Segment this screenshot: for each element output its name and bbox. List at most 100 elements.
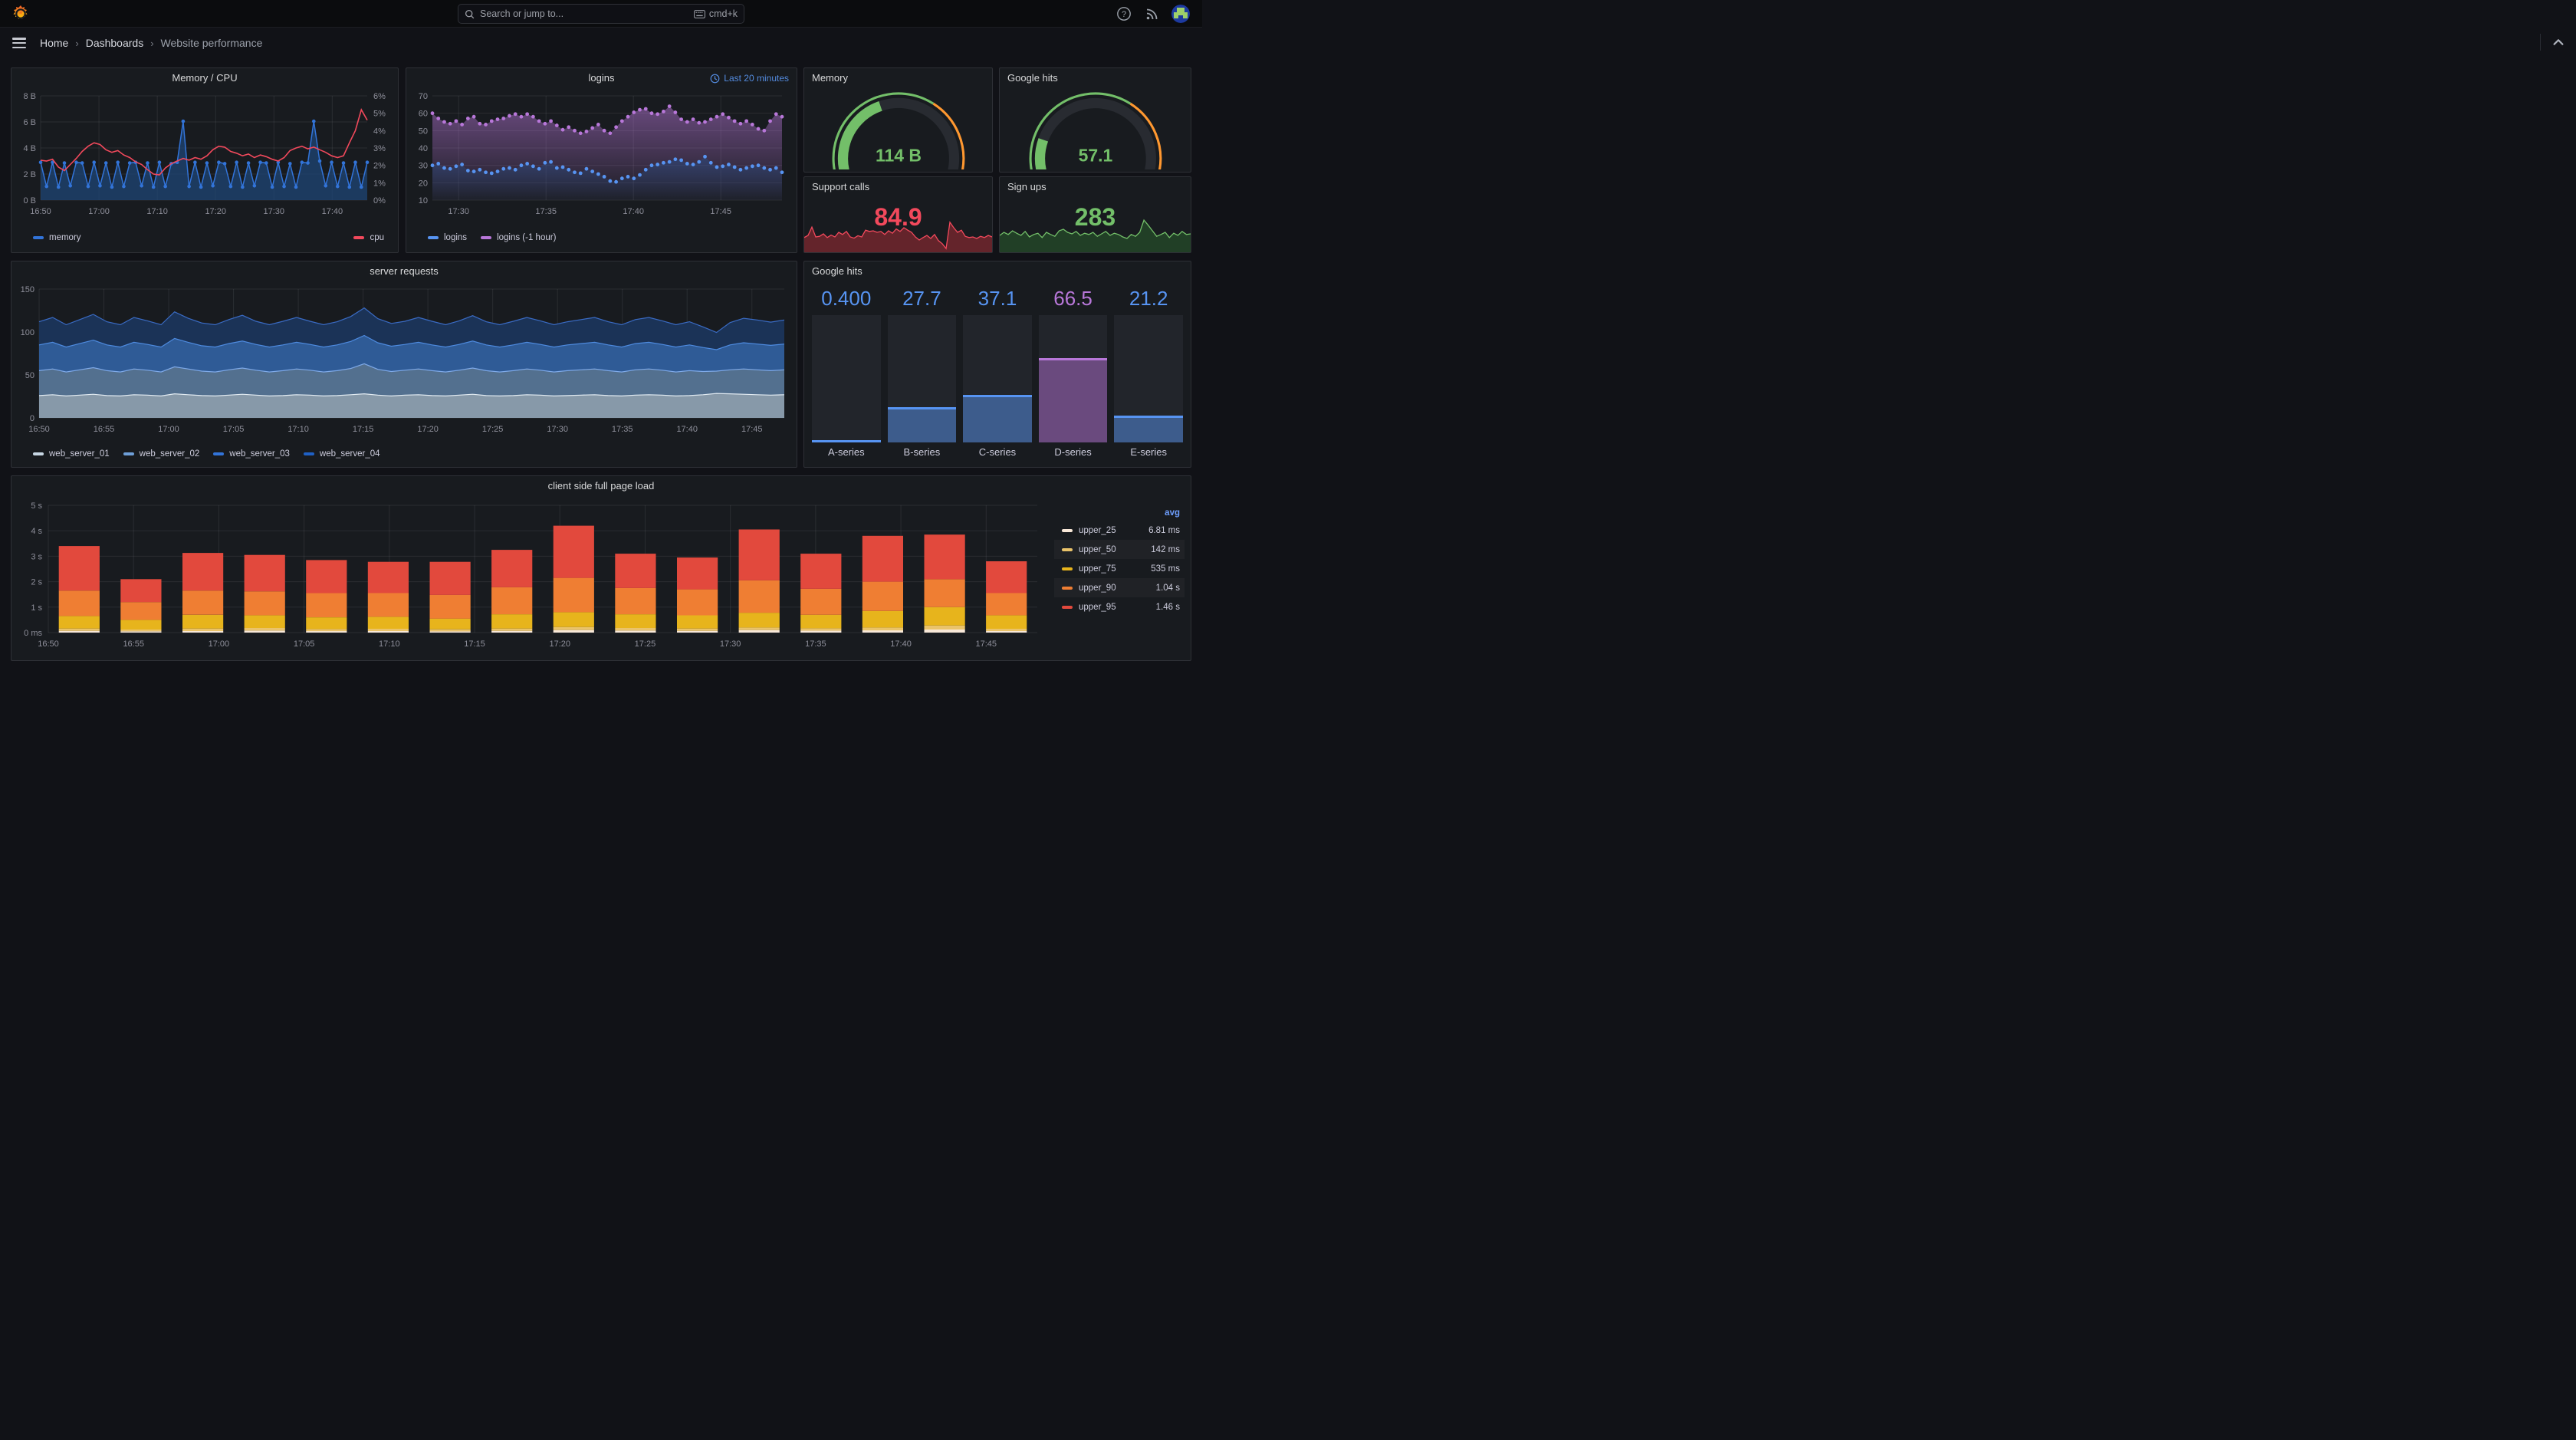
- svg-text:70: 70: [419, 92, 428, 101]
- panel-title: Google hits: [812, 265, 863, 277]
- legend-item-cpu[interactable]: cpu: [353, 233, 384, 242]
- svg-text:4 B: 4 B: [23, 144, 36, 153]
- bargauge-fill: [887, 407, 957, 442]
- bargauge-value: 27.7: [902, 287, 941, 310]
- svg-text:50: 50: [419, 127, 428, 136]
- svg-text:0 ms: 0 ms: [24, 629, 42, 638]
- svg-text:17:45: 17:45: [741, 425, 763, 434]
- panel-support-calls: Support calls 84.9: [803, 176, 993, 253]
- bargauge-label: E-series: [1130, 446, 1168, 458]
- legend-row-upper-95[interactable]: upper_95 1.46 s: [1054, 597, 1184, 616]
- search-icon: [465, 9, 475, 18]
- legend-swatch: [1062, 567, 1073, 570]
- svg-text:17:20: 17:20: [417, 425, 439, 434]
- legend-item-logins[interactable]: logins: [428, 233, 467, 242]
- svg-text:17:25: 17:25: [635, 639, 656, 649]
- grafana-logo[interactable]: [12, 5, 30, 23]
- search-placeholder: Search or jump to...: [480, 8, 564, 19]
- legend-row-upper-90[interactable]: upper_90 1.04 s: [1054, 578, 1184, 597]
- bargauge-column-e-series[interactable]: 21.2 E-series: [1114, 284, 1183, 461]
- bargauge-label: B-series: [903, 446, 941, 458]
- svg-text:17:15: 17:15: [464, 639, 485, 649]
- chevron-up-icon[interactable]: [2551, 35, 2565, 49]
- chevron-right-icon: ›: [150, 37, 154, 49]
- legend-item-web-server-03[interactable]: web_server_03: [213, 449, 290, 459]
- svg-text:57.1: 57.1: [1078, 145, 1112, 165]
- breadcrumb-bar: Home › Dashboards › Website performance: [0, 28, 1202, 58]
- memory-gauge[interactable]: 114 B: [823, 88, 974, 169]
- svg-text:17:20: 17:20: [549, 639, 570, 649]
- svg-text:1%: 1%: [373, 179, 386, 188]
- bargauge-column-d-series[interactable]: 66.5 D-series: [1038, 284, 1108, 461]
- panel-logins: logins Last 20 minutes 10 20 30 40 50 60 70 17:…: [406, 67, 797, 253]
- legend-swatch: [1062, 528, 1073, 532]
- svg-text:17:40: 17:40: [890, 639, 912, 649]
- panel-title: client side full page load: [547, 480, 655, 492]
- client-load-chart[interactable]: 0 ms 1 s 2 s 3 s 4 s 5 s 16:50 16:55 17:00 17:05 1…: [18, 496, 1049, 659]
- svg-text:17:40: 17:40: [676, 425, 698, 434]
- bargauge-value: 37.1: [978, 287, 1017, 310]
- support-calls-sparkline[interactable]: [804, 214, 992, 252]
- user-avatar[interactable]: [1171, 5, 1190, 23]
- svg-text:6 B: 6 B: [23, 118, 36, 127]
- panel-server-requests: server requests 0 50 100 150 16:50 16:55 17:00…: [11, 261, 797, 468]
- svg-text:4 s: 4 s: [31, 527, 42, 536]
- svg-text:2 s: 2 s: [31, 578, 42, 587]
- svg-text:17:30: 17:30: [448, 207, 469, 216]
- sign-ups-sparkline[interactable]: [1000, 214, 1191, 252]
- bargauge-column-b-series[interactable]: 27.7 B-series: [887, 284, 957, 461]
- bargauge-label: C-series: [978, 446, 1017, 458]
- panel-title: Sign ups: [1007, 181, 1046, 192]
- svg-text:17:40: 17:40: [322, 207, 343, 216]
- logins-chart[interactable]: 10 20 30 40 50 60 70 17:30 17:35 17:40 17:45: [412, 88, 792, 228]
- panel-memory-cpu: Memory / CPU 0 B 2 B 4 B 6 B 8 B 0% 1% 2% 3% 4% 5%…: [11, 67, 399, 253]
- svg-text:17:30: 17:30: [264, 207, 285, 216]
- legend-swatch: [1062, 586, 1073, 590]
- google-hits-gauge[interactable]: 57.1: [1020, 88, 1171, 169]
- svg-text:17:30: 17:30: [720, 639, 741, 649]
- legend-item-memory[interactable]: memory: [33, 233, 81, 242]
- legend-row-upper-75[interactable]: upper_75 535 ms: [1054, 559, 1184, 578]
- legend-item-web-server-01[interactable]: web_server_01: [33, 449, 110, 459]
- svg-text:17:00: 17:00: [88, 207, 110, 216]
- svg-text:?: ?: [1122, 10, 1126, 19]
- svg-text:17:45: 17:45: [976, 639, 997, 649]
- legend-swatch: [33, 452, 44, 455]
- breadcrumb-dashboards[interactable]: Dashboards: [86, 37, 144, 49]
- news-rss-icon[interactable]: [1145, 6, 1160, 21]
- svg-text:16:50: 16:50: [38, 639, 59, 649]
- search-input[interactable]: Search or jump to... cmd+k: [458, 4, 744, 24]
- svg-text:17:35: 17:35: [612, 425, 633, 434]
- svg-text:17:40: 17:40: [623, 207, 644, 216]
- svg-text:60: 60: [419, 110, 428, 119]
- bargauge-column-c-series[interactable]: 37.1 C-series: [963, 284, 1032, 461]
- svg-text:0%: 0%: [373, 196, 386, 205]
- bargauge-column-a-series[interactable]: 0.400 A-series: [812, 284, 881, 461]
- shortcut-hint: cmd+k: [693, 8, 738, 19]
- panel-sign-ups: Sign ups 283: [999, 176, 1191, 253]
- svg-text:17:05: 17:05: [294, 639, 315, 649]
- bargauge-fill: [812, 440, 881, 442]
- time-range-indicator[interactable]: Last 20 minutes: [710, 68, 789, 88]
- chevron-right-icon: ›: [75, 37, 79, 49]
- svg-text:17:00: 17:00: [209, 639, 230, 649]
- keyboard-icon: [693, 9, 705, 18]
- legend-item-logins-prev[interactable]: logins (-1 hour): [481, 233, 556, 242]
- legend-item-web-server-02[interactable]: web_server_02: [123, 449, 199, 459]
- breadcrumb-home[interactable]: Home: [40, 37, 68, 49]
- svg-text:17:20: 17:20: [205, 207, 226, 216]
- google-hits-bargauge[interactable]: 0.400 A-series 27.7 B-series 37.1 C-series 66.…: [812, 284, 1183, 461]
- menu-icon[interactable]: [12, 38, 26, 48]
- server-requests-chart[interactable]: 0 50 100 150 16:50 16:55 17:00 17:05 17:10 17:15 1…: [18, 281, 792, 444]
- svg-text:17:45: 17:45: [710, 207, 731, 216]
- panel-title: server requests: [370, 265, 439, 277]
- memory-cpu-chart[interactable]: 0 B 2 B 4 B 6 B 8 B 0% 1% 2% 3% 4% 5% 6% 16:50 17:00 1…: [18, 88, 393, 228]
- svg-text:17:25: 17:25: [482, 425, 504, 434]
- legend-row-upper-50[interactable]: upper_50 142 ms: [1054, 540, 1184, 559]
- client-load-legend: avg upper_25 6.81 ms upper_50 142 ms upp…: [1054, 507, 1184, 616]
- bargauge-value: 66.5: [1053, 287, 1092, 310]
- svg-text:17:15: 17:15: [353, 425, 374, 434]
- legend-item-web-server-04[interactable]: web_server_04: [303, 449, 380, 459]
- help-icon[interactable]: ?: [1116, 6, 1132, 21]
- legend-row-upper-25[interactable]: upper_25 6.81 ms: [1054, 521, 1184, 540]
